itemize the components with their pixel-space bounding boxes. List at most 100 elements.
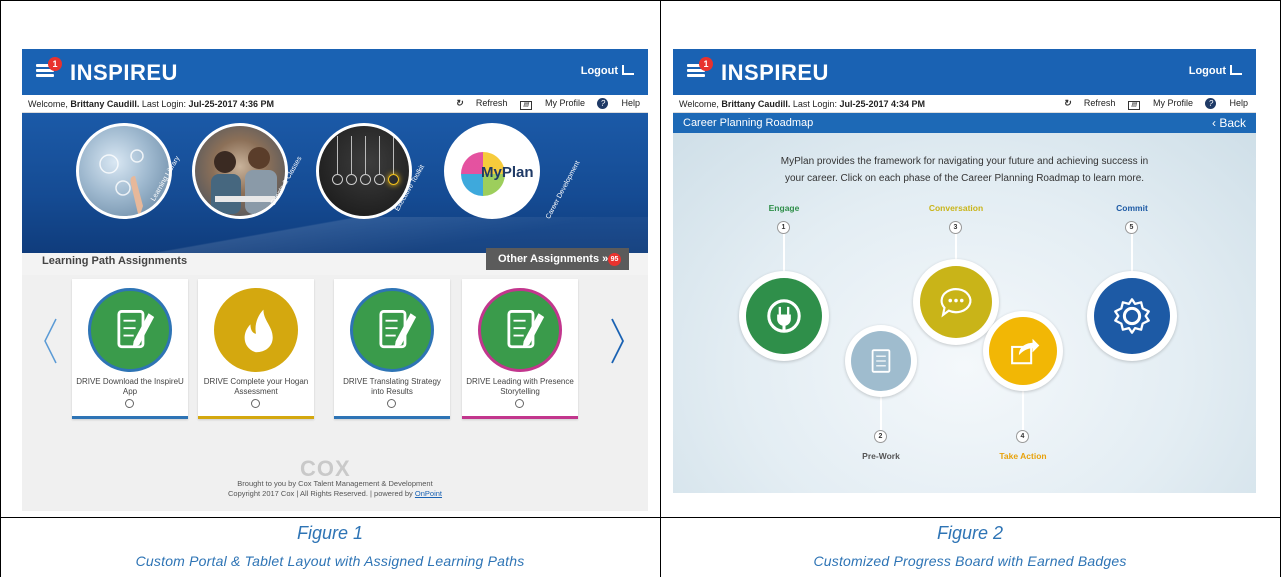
- phase-badge-fill: [746, 278, 822, 354]
- card-underline: [462, 416, 578, 419]
- toolbar: ↻ Refresh ▤ My Profile ? Help: [1053, 98, 1248, 110]
- bulb-wire: [351, 136, 352, 174]
- refresh-icon: ↻: [455, 98, 463, 108]
- profile-label: My Profile: [544, 98, 585, 108]
- refresh-button[interactable]: ↻ Refresh: [455, 98, 507, 108]
- phase-connector: [955, 233, 957, 259]
- bulb-icon: [346, 174, 357, 185]
- refresh-label: Refresh: [475, 98, 508, 108]
- intro-line2: your career. Click on each phase of the …: [784, 173, 1145, 184]
- toolbar: ↻ Refresh ▤ My Profile ? Help: [445, 98, 640, 110]
- help-label: Help: [1229, 98, 1248, 108]
- figure2-screenshot: 1 INSPIREU Logout Welcome, Brittany Caud…: [673, 49, 1256, 493]
- phase-connector: [1022, 391, 1024, 430]
- notepad-icon: [507, 310, 545, 349]
- assignment-icon-circle: [478, 288, 562, 372]
- welcome-prefix: Welcome,: [28, 99, 68, 109]
- bulb-icon: [332, 174, 343, 185]
- assignment-icon-circle: [350, 288, 434, 372]
- share-icon: [1011, 338, 1040, 365]
- notepad-icon: [379, 310, 417, 349]
- assignment-title: DRIVE Leading with Presence Storytelling: [466, 377, 574, 396]
- footer-line2: Copyright 2017 Cox | All Rights Reserved…: [22, 489, 648, 498]
- card-underline: [198, 416, 314, 419]
- bulb-wire: [365, 136, 366, 174]
- phase-label: Take Action: [999, 451, 1047, 461]
- tile-career-development[interactable]: MyPlan: [444, 123, 540, 219]
- back-button[interactable]: ‹ Back: [1212, 116, 1246, 130]
- card-underline: [72, 416, 188, 419]
- gear-icon: [1114, 298, 1150, 334]
- logout-button[interactable]: Logout: [1189, 65, 1242, 77]
- completion-radio[interactable]: [387, 399, 396, 408]
- phase-label: Conversation: [928, 203, 984, 213]
- completion-radio[interactable]: [125, 399, 134, 408]
- profile-label: My Profile: [1152, 98, 1193, 108]
- help-icon: ?: [597, 98, 609, 109]
- table-divider: [660, 0, 661, 577]
- bulb-wire: [393, 136, 394, 174]
- phase-number: 2: [874, 430, 887, 443]
- phase-label: Commit: [1116, 203, 1148, 213]
- help-button[interactable]: ? Help: [1205, 98, 1248, 109]
- notification-badge[interactable]: 1: [48, 57, 62, 71]
- onpoint-link[interactable]: OnPoint: [415, 489, 442, 498]
- phase-number: 5: [1125, 221, 1138, 234]
- refresh-icon: ↻: [1063, 98, 1071, 108]
- last-login-value: Jul-25-2017 4:34 PM: [839, 99, 926, 109]
- logout-button[interactable]: Logout: [581, 65, 634, 77]
- phase-badge-fill: [851, 331, 911, 391]
- assignment-card[interactable]: DRIVE Download the InspireU App: [72, 279, 188, 419]
- tile-learning-library[interactable]: [76, 123, 172, 219]
- hero-banner: Learning Library Events & Classes Execut…: [22, 113, 648, 253]
- phase-badge[interactable]: [983, 311, 1063, 391]
- footer-copyright: Copyright 2017 Cox | All Rights Reserved…: [227, 489, 413, 498]
- assignment-title: DRIVE Translating Strategy into Results: [343, 377, 441, 396]
- help-icon: ?: [1205, 98, 1217, 109]
- completion-radio[interactable]: [251, 399, 260, 408]
- chat-icon: [940, 288, 972, 318]
- carousel-next-icon[interactable]: [610, 317, 626, 365]
- logo-text: INSPIREU: [721, 60, 829, 85]
- bulb-icon: [374, 174, 385, 185]
- other-assignments-button[interactable]: Other Assignments » 95: [486, 248, 629, 270]
- phase-badge[interactable]: [845, 325, 917, 397]
- logout-icon: [1230, 65, 1242, 75]
- phase-connector: [783, 233, 785, 271]
- card-underline: [334, 416, 450, 419]
- bulb-wire: [337, 136, 338, 174]
- user-name: Brittany Caudill.: [70, 99, 140, 109]
- completion-radio[interactable]: [515, 399, 524, 408]
- figure1-caption-subtitle: Custom Portal & Tablet Layout with Assig…: [135, 553, 525, 569]
- flame-icon: [244, 309, 273, 353]
- table-border-right: [1280, 0, 1281, 577]
- phase-badge[interactable]: [1087, 271, 1177, 361]
- bulb-wire: [379, 136, 380, 174]
- table-border-left: [0, 0, 1, 577]
- assignment-card[interactable]: DRIVE Leading with Presence Storytelling: [462, 279, 578, 419]
- app-header: 1 INSPIREU Logout: [673, 49, 1256, 95]
- footer-line1: Brought to you by Cox Talent Management …: [237, 479, 433, 488]
- notification-badge[interactable]: 1: [699, 57, 713, 71]
- user-name: Brittany Caudill.: [721, 99, 791, 109]
- other-assignments-count: 95: [608, 253, 621, 266]
- logo-text: INSPIREU: [70, 60, 178, 85]
- assignment-card[interactable]: DRIVE Complete your Hogan Assessment: [198, 279, 314, 419]
- notepad-icon: [117, 310, 155, 349]
- refresh-button[interactable]: ↻ Refresh: [1063, 98, 1115, 108]
- logout-label: Logout: [1188, 65, 1226, 77]
- assignment-title: DRIVE Download the InspireU App: [76, 377, 184, 396]
- carousel-prev-icon[interactable]: [42, 317, 58, 365]
- my-profile-button[interactable]: ▤ My Profile: [1127, 98, 1193, 110]
- assignment-icon-circle: [88, 288, 172, 372]
- phase-badge[interactable]: [739, 271, 829, 361]
- figure2-caption-subtitle: Customized Progress Board with Earned Ba…: [813, 553, 1127, 569]
- my-profile-button[interactable]: ▤ My Profile: [519, 98, 585, 110]
- assignment-card[interactable]: DRIVE Translating Strategy into Results: [334, 279, 450, 419]
- phase-connector: [880, 397, 882, 430]
- lit-bulb-icon: [388, 174, 399, 185]
- help-button[interactable]: ? Help: [597, 98, 640, 109]
- welcome-text: Welcome, Brittany Caudill. Last Login: J…: [679, 99, 925, 109]
- inspireu-logo: INSPIREU: [721, 60, 829, 86]
- phase-badge[interactable]: [913, 259, 999, 345]
